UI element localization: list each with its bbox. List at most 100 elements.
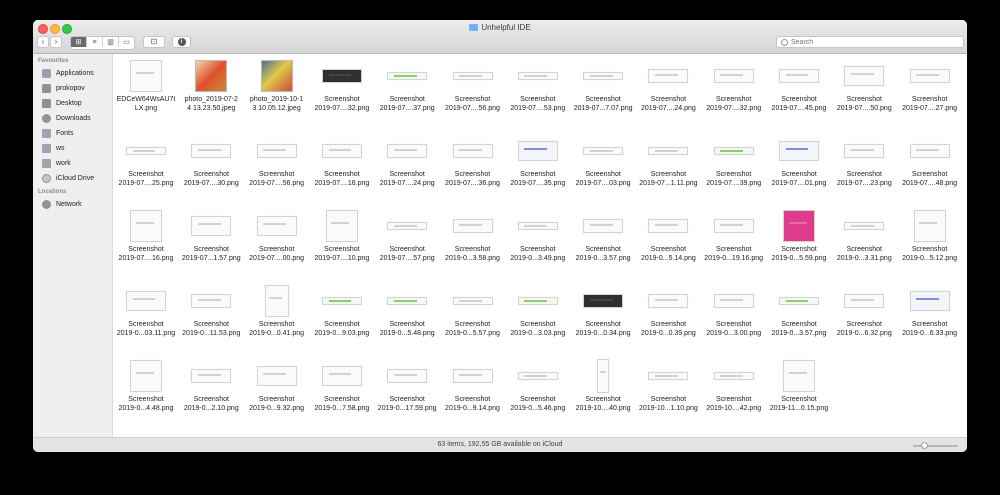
file-item[interactable]: Screenshot 2019-07....56.png	[245, 134, 309, 188]
forward-button[interactable]: ›	[50, 36, 62, 48]
file-item[interactable]: Screenshot 2019-07....48.png	[898, 134, 962, 188]
icon-view-button[interactable]: ⊞	[71, 37, 87, 47]
file-thumbnail-area	[506, 284, 570, 318]
file-item[interactable]: Screenshot 2019-0...0.39.png	[636, 284, 700, 338]
file-item[interactable]: Screenshot 2019-0...5.57.png	[441, 284, 505, 338]
file-item[interactable]: Screenshot 2019-07....03.png	[571, 134, 635, 188]
file-item[interactable]: Screenshot 2019-0...19.16.png	[702, 209, 766, 263]
file-item[interactable]: Screenshot 2019-07....39.png	[702, 134, 766, 188]
file-thumbnail-area	[310, 134, 374, 168]
file-thumbnail-area	[441, 359, 505, 393]
file-item[interactable]: Screenshot 2019-07....56.png	[441, 59, 505, 113]
file-item[interactable]: Screenshot 2019-0...2.10.png	[179, 359, 243, 413]
file-item[interactable]: Screenshot 2019-07....24.png	[375, 134, 439, 188]
file-item[interactable]: Screenshot 2019-0...3.57.png	[571, 209, 635, 263]
file-item[interactable]: Screenshot 2019-07....32.png	[310, 59, 374, 113]
file-item[interactable]: Screenshot 2019-10...1.10.png	[636, 359, 700, 413]
file-item[interactable]: Screenshot 2019-0...0.34.png	[571, 284, 635, 338]
file-item[interactable]: Screenshot 2019-0...3.03.png	[506, 284, 570, 338]
file-item[interactable]: Screenshot 2019-07...1.57.png	[179, 209, 243, 263]
file-item[interactable]: Screenshot 2019-07....53.png	[506, 59, 570, 113]
file-item[interactable]: Screenshot 2019-07....25.png	[114, 134, 178, 188]
file-item[interactable]: Screenshot 2019-0...3.49.png	[506, 209, 570, 263]
file-item[interactable]: Screenshot 2019-07...1.11.png	[636, 134, 700, 188]
file-item[interactable]: Screenshot 2019-0...0.41.png	[245, 284, 309, 338]
file-item[interactable]: photo_2019-10-1 3 10.05.12.jpeg	[245, 59, 309, 113]
file-thumbnail-area	[179, 134, 243, 168]
file-item[interactable]: Screenshot 2019-0...5.14.png	[636, 209, 700, 263]
file-item[interactable]: Screenshot 2019-07....36.png	[441, 134, 505, 188]
search-input[interactable]	[788, 38, 951, 46]
file-item[interactable]: EDCeW64WsAU7t LX.png	[114, 59, 178, 113]
file-item[interactable]: Screenshot 2019-0...5.59.png	[767, 209, 831, 263]
file-item[interactable]: Screenshot 2019-10....40.png	[571, 359, 635, 413]
file-thumbnail-area	[179, 359, 243, 393]
file-item[interactable]: Screenshot 2019-10....42.png	[702, 359, 766, 413]
file-item[interactable]: Screenshot 2019-07....30.png	[179, 134, 243, 188]
sidebar-item-applications[interactable]: Applications	[33, 66, 112, 81]
sidebar-item-network[interactable]: Network	[33, 197, 112, 212]
file-name-line2: 2019-0...4.48.png	[118, 405, 174, 412]
file-item[interactable]: Screenshot 2019-07...7.07.png	[571, 59, 635, 113]
gallery-view-button[interactable]: ▭	[119, 37, 134, 47]
file-name-line1: Screenshot	[846, 321, 882, 328]
file-item[interactable]: Screenshot 2019-07....16.png	[114, 209, 178, 263]
file-item[interactable]: Screenshot 2019-0...3.00.png	[702, 284, 766, 338]
file-item[interactable]: Screenshot 2019-07....00.png	[245, 209, 309, 263]
file-item[interactable]: Screenshot 2019-0...9.03.png	[310, 284, 374, 338]
file-thumbnail-area	[832, 59, 896, 93]
file-item[interactable]: Screenshot 2019-07....16.png	[310, 134, 374, 188]
icon-size-slider-knob[interactable]	[921, 442, 928, 449]
sidebar-item-prokopov[interactable]: prokopov	[33, 81, 112, 96]
file-item[interactable]: Screenshot 2019-0...17.59.png	[375, 359, 439, 413]
file-item[interactable]: Screenshot 2019-0...03.11.png	[114, 284, 178, 338]
file-item[interactable]: Screenshot 2019-11...0.15.png	[767, 359, 831, 413]
file-item[interactable]: Screenshot 2019-07....45.png	[767, 59, 831, 113]
sidebar-item-desktop[interactable]: Desktop	[33, 96, 112, 111]
icon-size-slider[interactable]	[913, 445, 958, 447]
file-name-line1: Screenshot	[128, 171, 164, 178]
file-item[interactable]: Screenshot 2019-0...3.58.png	[441, 209, 505, 263]
sidebar-item-icloud-drive[interactable]: iCloud Drive	[33, 171, 112, 186]
file-item[interactable]: Screenshot 2019-0...6.33.png	[898, 284, 962, 338]
file-item[interactable]: Screenshot 2019-07....32.png	[702, 59, 766, 113]
file-item[interactable]: Screenshot 2019-0...4.48.png	[114, 359, 178, 413]
search-field[interactable]	[776, 36, 964, 48]
file-name-line2: 2019-07....45.png	[771, 105, 827, 112]
info-icon: i	[177, 38, 186, 46]
sidebar-item-ws[interactable]: ws	[33, 141, 112, 156]
sidebar-item-fonts[interactable]: Fonts	[33, 126, 112, 141]
list-view-button[interactable]: ≡	[87, 37, 103, 47]
sidebar-item-work[interactable]: work	[33, 156, 112, 171]
new-folder-button[interactable]: ⊡	[143, 36, 165, 48]
file-item[interactable]: Screenshot 2019-07....24.png	[636, 59, 700, 113]
column-view-button[interactable]: ▥	[103, 37, 119, 47]
file-thumbnail-area	[506, 359, 570, 393]
file-name-line2: 2019-0...5.57.png	[445, 330, 500, 337]
file-item[interactable]: Screenshot 2019-07....01.png	[767, 134, 831, 188]
file-item[interactable]: Screenshot 2019-07....10.png	[310, 209, 374, 263]
file-thumbnail	[260, 60, 293, 92]
file-item[interactable]: Screenshot 2019-07....50.png	[832, 59, 896, 113]
sidebar-item-label: Applications	[56, 70, 94, 77]
file-item[interactable]: Screenshot 2019-07....35.png	[506, 134, 570, 188]
file-item[interactable]: Screenshot 2019-07....23.png	[832, 134, 896, 188]
file-item[interactable]: Screenshot 2019-0...5.46.png	[506, 359, 570, 413]
file-item[interactable]: Screenshot 2019-0...11.53.png	[179, 284, 243, 338]
title-bar[interactable]: Unhelpful IDE ‹ › ⊞ ≡ ▥ ▭ ⊡ i	[33, 20, 967, 54]
file-item[interactable]: Screenshot 2019-0...9.14.png	[441, 359, 505, 413]
sidebar-item-downloads[interactable]: Downloads	[33, 111, 112, 126]
file-item[interactable]: Screenshot 2019-07....27.png	[898, 59, 962, 113]
file-item[interactable]: Screenshot 2019-0...6.32.png	[832, 284, 896, 338]
file-item[interactable]: Screenshot 2019-0...7.58.png	[310, 359, 374, 413]
info-button[interactable]: i	[172, 36, 191, 48]
file-item[interactable]: Screenshot 2019-07....37.png	[375, 59, 439, 113]
file-item[interactable]: Screenshot 2019-0...3.57.png	[767, 284, 831, 338]
file-item[interactable]: Screenshot 2019-0...5.48.png	[375, 284, 439, 338]
file-item[interactable]: Screenshot 2019-0...9.32.png	[245, 359, 309, 413]
file-item[interactable]: Screenshot 2019-07....57.png	[375, 209, 439, 263]
file-item[interactable]: Screenshot 2019-0...3.31.png	[832, 209, 896, 263]
file-item[interactable]: Screenshot 2019-0...5.12.png	[898, 209, 962, 263]
file-item[interactable]: photo_2019-07-2 4 13.23.50.jpeg	[179, 59, 243, 113]
back-button[interactable]: ‹	[37, 36, 49, 48]
